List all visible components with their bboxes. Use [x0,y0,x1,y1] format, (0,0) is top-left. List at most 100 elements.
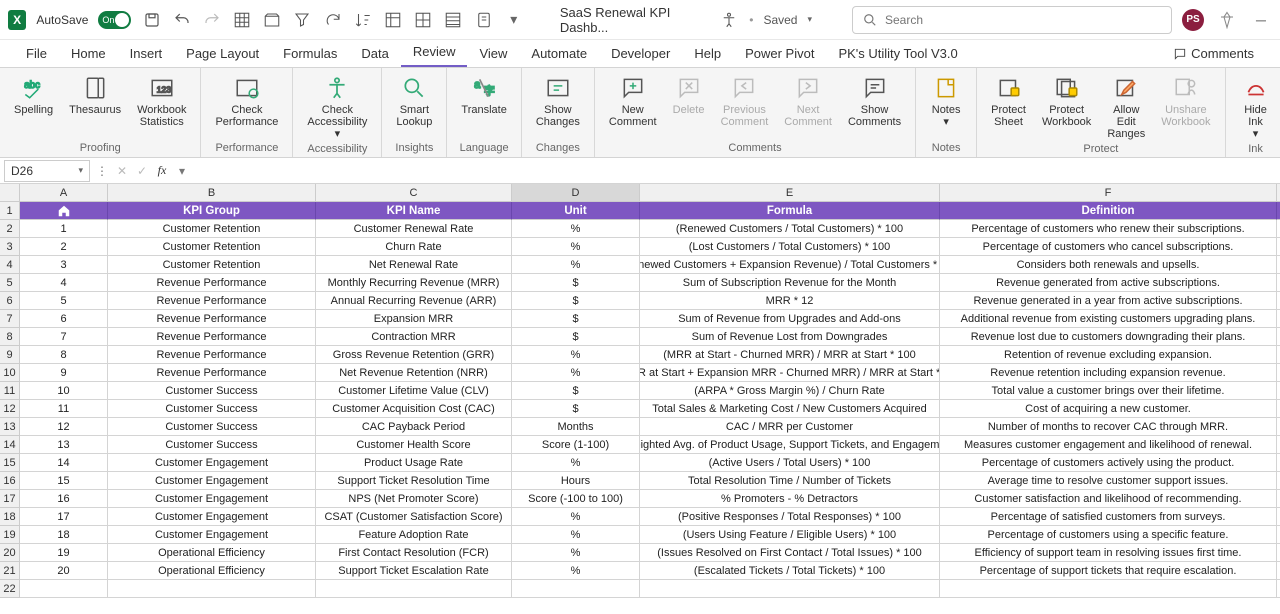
notes-button[interactable]: Notes▾ [924,72,968,130]
qat-pivot-icon[interactable] [383,9,403,31]
qat-refresh-icon[interactable] [323,9,343,31]
empty-cell[interactable] [512,580,640,598]
th-definition[interactable]: Definition [940,202,1277,220]
row-header-2[interactable]: 2 [0,220,20,238]
qat-sort-icon[interactable] [353,9,373,31]
row-header-16[interactable]: 16 [0,472,20,490]
row-header-10[interactable]: 10 [0,364,20,382]
search-bar[interactable] [852,6,1172,34]
empty-cell[interactable] [316,580,512,598]
empty-cell[interactable] [108,580,316,598]
workbook-stats-button[interactable]: 123Workbook Statistics [131,72,192,130]
row-header-1[interactable]: 1 [0,202,20,220]
minimize-icon[interactable]: ─ [1250,9,1272,31]
hide-ink-button[interactable]: Hide Ink▾ [1234,72,1278,142]
formula-expand-icon[interactable]: ▾ [172,160,192,182]
row-header-7[interactable]: 7 [0,310,20,328]
protect-sheet-button[interactable]: Protect Sheet [985,72,1032,130]
avatar[interactable]: PS [1182,9,1204,31]
col-header-D[interactable]: D [512,184,640,202]
th-unit[interactable]: Unit [512,202,640,220]
row-header-19[interactable]: 19 [0,526,20,544]
row-header-6[interactable]: 6 [0,292,20,310]
col-header-B[interactable]: B [108,184,316,202]
tab-review[interactable]: Review [401,38,468,67]
tab-page-layout[interactable]: Page Layout [174,40,271,67]
th-formula[interactable]: Formula [640,202,940,220]
row-header-11[interactable]: 11 [0,382,20,400]
qat-table-icon[interactable] [443,9,463,31]
th-name[interactable]: KPI Name [316,202,512,220]
unshare-workbook-button[interactable]: Unshare Workbook [1155,72,1216,130]
empty-cell[interactable] [20,580,108,598]
thesaurus-button[interactable]: Thesaurus [63,72,127,118]
row-header-15[interactable]: 15 [0,454,20,472]
tab-insert[interactable]: Insert [118,40,175,67]
show-comments-button[interactable]: Show Comments [842,72,907,130]
col-header-A[interactable]: A [20,184,108,202]
check-performance-button[interactable]: Check Performance [209,72,284,130]
fx-icon[interactable]: fx [152,160,172,182]
qat-macro-icon[interactable] [473,9,493,31]
save-status-caret-icon[interactable]: ▾ [807,14,812,25]
formula-more-icon[interactable]: ⋮ [92,160,112,182]
home-icon-cell[interactable] [20,202,108,220]
row-header-5[interactable]: 5 [0,274,20,292]
qat-overflow-icon[interactable]: ▾ [504,9,524,31]
undo-icon[interactable] [172,9,192,31]
formula-cancel-icon[interactable]: ✕ [112,160,132,182]
tab-data[interactable]: Data [349,40,400,67]
formula-input[interactable] [194,160,1280,182]
protect-workbook-button[interactable]: Protect Workbook [1036,72,1097,130]
empty-cell[interactable] [640,580,940,598]
qat-open-icon[interactable] [262,9,282,31]
row-header-17[interactable]: 17 [0,490,20,508]
qat-grid-icon[interactable] [232,9,252,31]
show-changes-button[interactable]: Show Changes [530,72,586,130]
row-header-18[interactable]: 18 [0,508,20,526]
row-header-8[interactable]: 8 [0,328,20,346]
tab-automate[interactable]: Automate [519,40,599,67]
tab-help[interactable]: Help [682,40,733,67]
save-icon[interactable] [141,9,161,31]
th-group[interactable]: KPI Group [108,202,316,220]
row-header-13[interactable]: 13 [0,418,20,436]
accessibility-title-icon[interactable] [719,9,739,31]
tab-view[interactable]: View [467,40,519,67]
check-accessibility-button[interactable]: Check Accessibility ▾ [301,72,373,142]
formula-enter-icon[interactable]: ✓ [132,160,152,182]
prev-comment-button[interactable]: Previous Comment [715,72,775,130]
allow-edit-ranges-button[interactable]: Allow Edit Ranges [1101,72,1151,142]
row-header-20[interactable]: 20 [0,544,20,562]
spelling-button[interactable]: abcSpelling [8,72,59,118]
empty-cell[interactable] [940,580,1277,598]
tab-utility[interactable]: PK's Utility Tool V3.0 [826,40,969,67]
qat-filter-icon[interactable] [292,9,312,31]
new-comment-button[interactable]: New Comment [603,72,663,130]
redo-icon[interactable] [202,9,222,31]
tab-home[interactable]: Home [59,40,118,67]
smart-lookup-button[interactable]: Smart Lookup [390,72,438,130]
copilot-diamond-icon[interactable] [1218,11,1236,29]
comments-pane-button[interactable]: Comments [1161,40,1266,67]
col-header-E[interactable]: E [640,184,940,202]
row-header-4[interactable]: 4 [0,256,20,274]
next-comment-button[interactable]: Next Comment [778,72,838,130]
col-header-C[interactable]: C [316,184,512,202]
select-all-corner[interactable] [0,184,20,202]
tab-developer[interactable]: Developer [599,40,682,67]
row-header-9[interactable]: 9 [0,346,20,364]
tab-file[interactable]: File [14,40,59,67]
tab-power-pivot[interactable]: Power Pivot [733,40,826,67]
search-input[interactable] [885,13,1161,27]
row-header-21[interactable]: 21 [0,562,20,580]
row-header-12[interactable]: 12 [0,400,20,418]
row-header-22[interactable]: 22 [0,580,20,598]
name-box-caret-icon[interactable]: ▾ [78,165,83,176]
autosave-toggle[interactable] [98,11,131,29]
tab-formulas[interactable]: Formulas [271,40,349,67]
row-header-3[interactable]: 3 [0,238,20,256]
translate-button[interactable]: a字Translate [455,72,512,118]
name-box[interactable]: D26 ▾ [4,160,90,182]
col-header-F[interactable]: F [940,184,1277,202]
